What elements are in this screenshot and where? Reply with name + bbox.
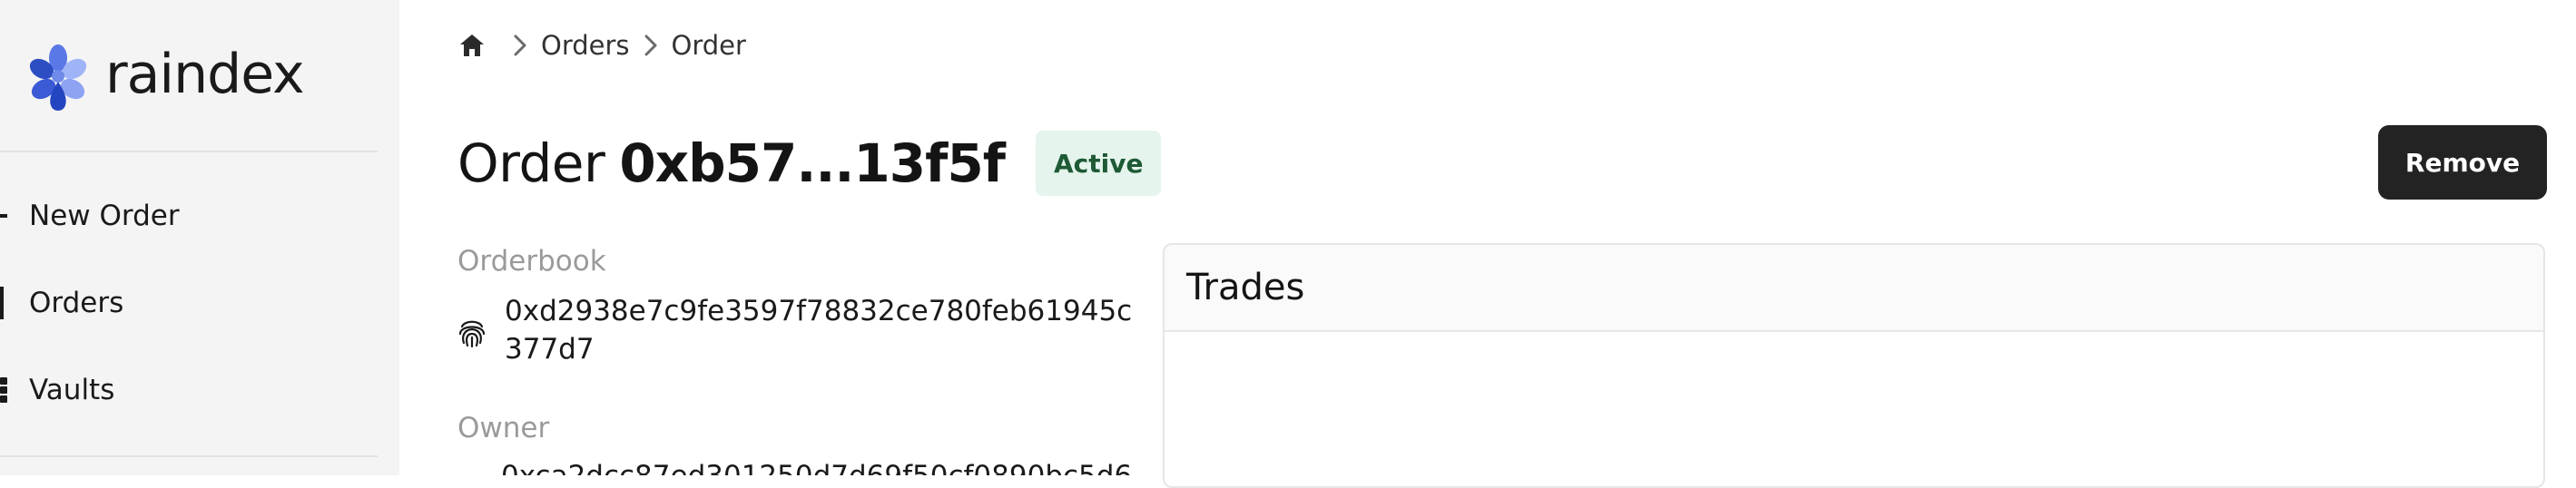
sidebar-divider (0, 151, 378, 152)
sidebar-item-orders[interactable]: Orders (0, 276, 378, 330)
sidebar-item-new-order[interactable]: New Order (0, 189, 378, 243)
breadcrumb-orders[interactable]: Orders (541, 30, 630, 61)
trades-title: Trades (1186, 267, 1305, 308)
order-hash: 0xb57...13f5f (619, 132, 1006, 194)
breadcrumb-order[interactable]: Order (672, 30, 746, 61)
status-badge: Active (1035, 131, 1162, 196)
trades-header: Trades (1165, 245, 2543, 332)
sidebar-item-label: Orders (29, 287, 124, 319)
chevron-right-icon (514, 34, 526, 56)
orderbook-address-row: 0xd2938e7c9fe3597f78832ce780feb61945c377… (457, 292, 1147, 368)
orderbook-label: Orderbook (457, 245, 606, 278)
owner-label: Owner (457, 412, 550, 444)
list-icon (0, 287, 4, 319)
sidebar-item-vaults[interactable]: Vaults (0, 363, 378, 417)
owner-address-row: 0xca2dcc87ed301250d7d69f50cf0890bc5d6 (457, 457, 1147, 475)
sidebar-divider (0, 455, 378, 457)
trades-card: Trades (1163, 243, 2545, 488)
brand-logo[interactable]: raindex (24, 42, 305, 114)
orderbook-address[interactable]: 0xd2938e7c9fe3597f78832ce780feb61945c377… (505, 292, 1140, 368)
fingerprint-icon (458, 320, 486, 348)
page-title-prefix: Order (457, 132, 605, 194)
sidebar-item-label: New Order (29, 200, 180, 232)
brand-name: raindex (105, 43, 305, 106)
plus-icon (0, 214, 7, 218)
raindex-logo-icon (29, 44, 87, 111)
owner-address[interactable]: 0xca2dcc87ed301250d7d69f50cf0890bc5d6 (501, 457, 1136, 475)
sidebar: raindex New Order Orders Vaults (0, 0, 399, 475)
page-title: Order 0xb57...13f5f Active (457, 131, 1162, 196)
sidebar-item-label: Vaults (29, 374, 115, 406)
vault-icon (0, 377, 7, 403)
chevron-right-icon (644, 34, 657, 56)
breadcrumb: Orders Order (457, 27, 746, 63)
home-icon[interactable] (457, 31, 487, 60)
remove-button[interactable]: Remove (2378, 125, 2547, 200)
